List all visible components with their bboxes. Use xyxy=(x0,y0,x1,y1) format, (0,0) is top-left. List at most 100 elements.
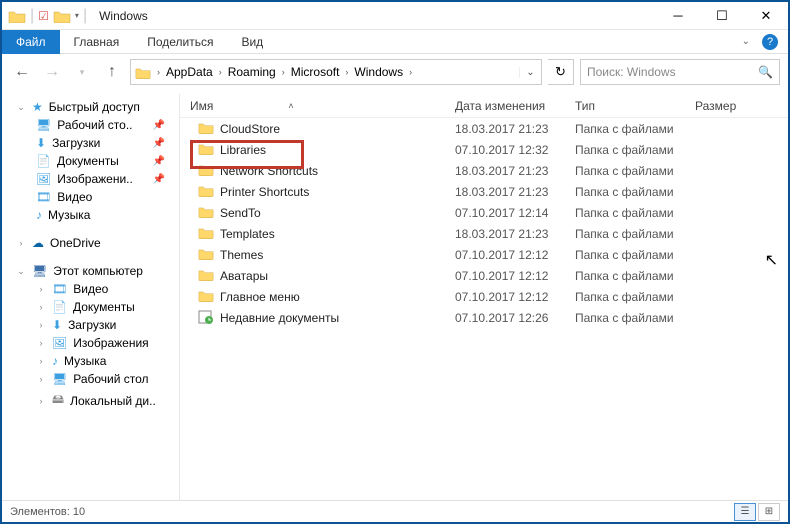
expand-icon[interactable]: › xyxy=(36,356,46,366)
chevron-right-icon[interactable]: › xyxy=(280,67,287,77)
forward-button[interactable]: → xyxy=(40,60,64,84)
ribbon-collapse-icon[interactable]: ⌄ xyxy=(742,36,750,47)
sidebar-item[interactable]: 🖥Рабочий сто..📌 xyxy=(2,116,179,134)
view-icons-button[interactable]: ⊞ xyxy=(758,503,780,521)
sidebar-item[interactable]: ♪Музыка xyxy=(2,206,179,224)
chevron-right-icon[interactable]: › xyxy=(343,67,350,77)
column-name[interactable]: Имя˄ xyxy=(180,99,455,113)
sidebar-item-label: Изображени.. xyxy=(57,172,133,186)
sidebar-item-label: Рабочий сто.. xyxy=(57,118,132,132)
content-pane: Имя˄ Дата изменения Тип Размер CloudStor… xyxy=(180,94,788,500)
crumb-appdata[interactable]: AppData xyxy=(162,65,217,79)
minimize-button[interactable]: ─ xyxy=(656,2,700,30)
table-row[interactable]: Themes07.10.2017 12:12Папка с файлами xyxy=(180,244,788,265)
crumb-roaming[interactable]: Roaming xyxy=(224,65,280,79)
view-details-button[interactable]: ☰ xyxy=(734,503,756,521)
qat-checkbox-icon[interactable]: ☑ xyxy=(38,9,49,23)
column-type[interactable]: Тип xyxy=(575,99,695,113)
file-name: Libraries xyxy=(220,143,266,157)
up-button[interactable]: ↑ xyxy=(100,60,124,84)
sidebar-item[interactable]: ›📄Документы xyxy=(2,298,179,316)
sidebar-label: Этот компьютер xyxy=(53,264,143,278)
crumb-microsoft[interactable]: Microsoft xyxy=(287,65,344,79)
table-row[interactable]: Printer Shortcuts18.03.2017 21:23Папка с… xyxy=(180,181,788,202)
sidebar-item[interactable]: ›⬇Загрузки xyxy=(2,316,179,334)
refresh-button[interactable]: ↻ xyxy=(548,59,574,85)
sidebar-onedrive[interactable]: › ☁ OneDrive xyxy=(2,234,179,252)
crumb-windows[interactable]: Windows xyxy=(350,65,407,79)
sidebar-item[interactable]: 📄Документы📌 xyxy=(2,152,179,170)
sidebar-item[interactable]: ›🖼Изображения xyxy=(2,334,179,352)
file-name: SendTo xyxy=(220,206,261,220)
pictures-icon: 🖼 xyxy=(52,336,67,350)
file-name: Templates xyxy=(220,227,275,241)
qat-dropdown-icon[interactable]: ▾ xyxy=(75,11,79,20)
sidebar-item[interactable]: ›🖴Локальный ди.. xyxy=(2,388,179,413)
search-icon[interactable]: 🔍 xyxy=(758,65,773,79)
expand-icon[interactable]: › xyxy=(36,338,46,348)
back-button[interactable]: ← xyxy=(10,60,34,84)
close-button[interactable]: ✕ xyxy=(744,2,788,30)
table-row[interactable]: Главное меню07.10.2017 12:12Папка с файл… xyxy=(180,286,788,307)
file-tab[interactable]: Файл xyxy=(2,30,60,54)
sidebar-item[interactable]: 🎞Видео xyxy=(2,188,179,206)
pictures-icon: 🖼 xyxy=(36,172,51,186)
folder-icon xyxy=(198,142,214,158)
folder-icon xyxy=(198,289,214,305)
column-date[interactable]: Дата изменения xyxy=(455,99,575,113)
navigation-pane[interactable]: ⌄ ★ Быстрый доступ 🖥Рабочий сто..📌⬇Загру… xyxy=(2,94,180,500)
sidebar-item[interactable]: ›♪Музыка xyxy=(2,352,179,370)
chevron-right-icon[interactable]: › xyxy=(217,67,224,77)
chevron-right-icon[interactable]: › xyxy=(155,67,162,77)
column-size[interactable]: Размер xyxy=(695,99,775,113)
file-type: Папка с файлами xyxy=(575,227,705,241)
table-row[interactable]: CloudStore18.03.2017 21:23Папка с файлам… xyxy=(180,118,788,139)
expand-icon[interactable]: › xyxy=(36,284,46,294)
file-list[interactable]: CloudStore18.03.2017 21:23Папка с файлам… xyxy=(180,118,788,500)
sidebar-this-pc[interactable]: ⌄ 🖥 Этот компьютер xyxy=(2,262,179,280)
qat-folder-icon[interactable] xyxy=(53,9,71,23)
expand-icon[interactable]: › xyxy=(36,396,46,406)
expand-icon[interactable]: › xyxy=(36,374,46,384)
file-type: Папка с файлами xyxy=(575,248,705,262)
collapse-icon[interactable]: ⌄ xyxy=(16,266,26,277)
table-row[interactable]: SendTo07.10.2017 12:14Папка с файлами xyxy=(180,202,788,223)
table-row[interactable]: Templates 18.03.2017 21:23Папка с файлами xyxy=(180,223,788,244)
recent-dropdown-icon[interactable]: ▾ xyxy=(70,60,94,84)
sidebar-quick-access[interactable]: ⌄ ★ Быстрый доступ xyxy=(2,98,179,116)
table-row[interactable]: Недавние документы07.10.2017 12:26Папка … xyxy=(180,307,788,328)
address-bar[interactable]: › AppData › Roaming › Microsoft › Window… xyxy=(130,59,542,85)
expand-icon[interactable]: › xyxy=(36,320,46,330)
file-name: Аватары xyxy=(220,269,268,283)
sidebar-item-label: Музыка xyxy=(48,208,90,222)
pc-icon: 🖥 xyxy=(32,264,47,278)
sidebar-item[interactable]: ⬇Загрузки📌 xyxy=(2,134,179,152)
folder-icon xyxy=(198,226,214,242)
chevron-right-icon[interactable]: › xyxy=(407,67,414,77)
folder-icon xyxy=(198,121,214,137)
help-icon[interactable]: ? xyxy=(762,34,778,50)
table-row[interactable]: Libraries07.10.2017 12:32Папка с файлами xyxy=(180,139,788,160)
collapse-icon[interactable]: ⌄ xyxy=(16,102,26,113)
table-row[interactable]: Аватары07.10.2017 12:12Папка с файлами xyxy=(180,265,788,286)
tab-view[interactable]: Вид xyxy=(227,31,277,53)
file-name: Недавние документы xyxy=(220,311,339,325)
folder-icon xyxy=(198,247,214,263)
sidebar-item[interactable]: ›🖥Рабочий стол xyxy=(2,370,179,388)
pin-icon: 📌 xyxy=(153,174,175,185)
sidebar-item[interactable]: ›🎞Видео xyxy=(2,280,179,298)
maximize-button[interactable]: ☐ xyxy=(700,2,744,30)
search-input[interactable]: Поиск: Windows 🔍 xyxy=(580,59,780,85)
file-type: Папка с файлами xyxy=(575,311,705,325)
expand-icon[interactable]: › xyxy=(36,302,46,312)
table-row[interactable]: Network Shortcuts18.03.2017 21:23Папка с… xyxy=(180,160,788,181)
tab-home[interactable]: Главная xyxy=(60,31,134,53)
expand-icon[interactable]: › xyxy=(16,238,26,248)
tab-share[interactable]: Поделиться xyxy=(133,31,227,53)
file-date: 18.03.2017 21:23 xyxy=(455,227,575,241)
address-dropdown-icon[interactable]: ⌄ xyxy=(519,67,541,78)
qat-separator: | xyxy=(83,7,87,25)
sidebar-item[interactable]: 🖼 Изображени.. 📌 xyxy=(2,170,179,188)
folder-icon xyxy=(198,184,214,200)
onedrive-icon: ☁ xyxy=(32,236,44,250)
